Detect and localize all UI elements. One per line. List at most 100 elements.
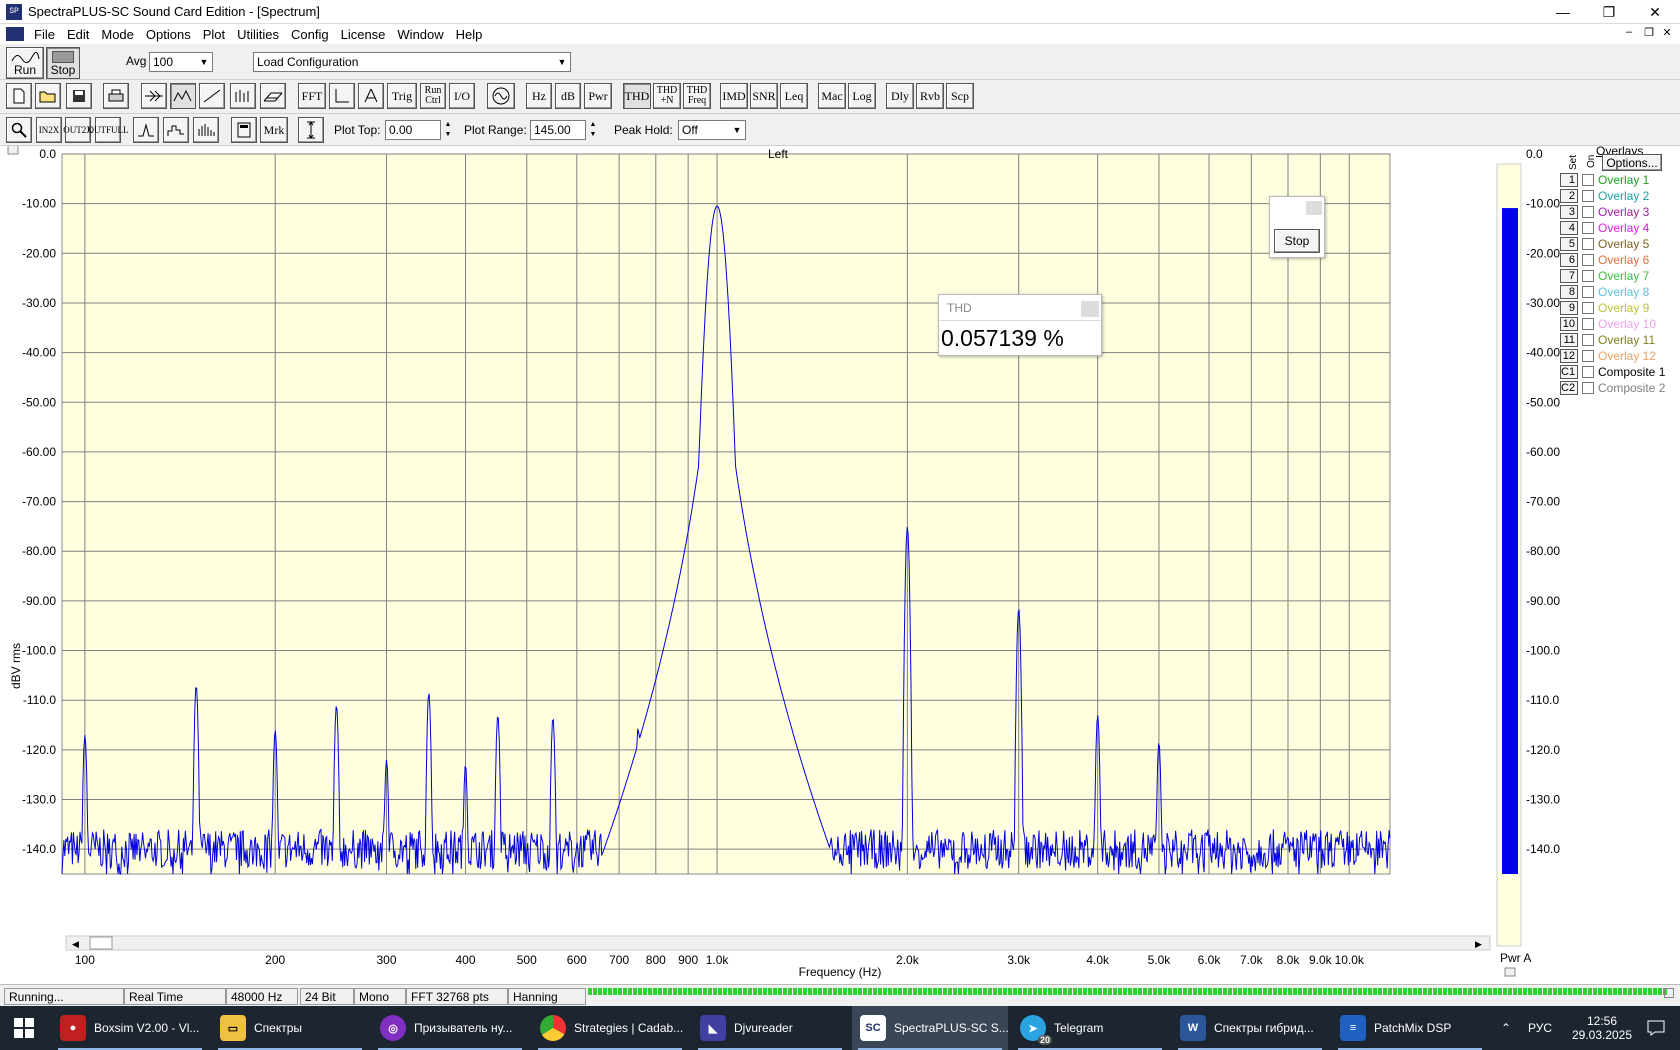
app-icon[interactable]: SP — [6, 3, 22, 20]
overlay-checkbox[interactable] — [1582, 382, 1594, 394]
recorder-icon[interactable] — [358, 83, 384, 109]
3d-surface-icon[interactable] — [260, 83, 286, 109]
chevron-down-icon[interactable]: ▼ — [729, 121, 745, 139]
imd-button[interactable]: IMD — [720, 83, 748, 109]
overlay-checkbox[interactable] — [1582, 206, 1594, 218]
chevron-down-icon[interactable]: ▼ — [554, 53, 570, 71]
overlay-set-button[interactable]: 3 — [1560, 205, 1578, 219]
overlay-options-button[interactable]: Options... — [1602, 154, 1662, 171]
overlay-checkbox[interactable] — [1582, 190, 1594, 202]
chevron-down-icon[interactable]: ▼ — [196, 53, 212, 71]
config-select[interactable]: Load Configuration ▼ — [253, 52, 571, 72]
overlay-checkbox[interactable] — [1582, 222, 1594, 234]
zoom-icon[interactable] — [6, 117, 32, 143]
leq-button[interactable]: Leq — [780, 83, 808, 109]
io-button[interactable]: I/O — [449, 83, 475, 109]
overlay-set-button[interactable]: 10 — [1560, 317, 1578, 331]
collapse-icon[interactable] — [7, 146, 19, 155]
plot-top-spinner[interactable]: ▲ ▼ — [442, 120, 454, 140]
mac-button[interactable]: Mac — [818, 83, 846, 109]
peak-line-icon[interactable] — [133, 117, 159, 143]
mdi-minimize-icon[interactable]: – — [1620, 26, 1638, 38]
overlay-set-button[interactable]: 11 — [1560, 333, 1578, 347]
overlay-set-button[interactable]: 4 — [1560, 221, 1578, 235]
pwr-button[interactable]: Pwr — [584, 83, 612, 109]
scp-button[interactable]: Scp — [946, 83, 974, 109]
overlay-set-button[interactable]: 12 — [1560, 349, 1578, 363]
thd-close-icon[interactable] — [1081, 301, 1099, 317]
stop-button[interactable]: Stop — [46, 47, 80, 79]
bar-graph-icon[interactable] — [193, 117, 219, 143]
print-icon[interactable] — [103, 83, 129, 109]
menu-utilities[interactable]: Utilities — [231, 27, 285, 42]
rvb-button[interactable]: Rvb — [916, 83, 944, 109]
menu-plot[interactable]: Plot — [197, 27, 231, 42]
status-collapse-icon[interactable] — [1664, 988, 1674, 998]
plot-range-input[interactable]: 145.00 — [530, 120, 586, 140]
taskbar-djvureader[interactable]: ◣ Djvureader — [692, 1006, 848, 1050]
taskbar-boxsim[interactable]: ● Boxsim V2.00 - Vl... — [52, 1006, 208, 1050]
taskbar-word[interactable]: W Спектры гибрид... — [1172, 1006, 1328, 1050]
overlay-set-button[interactable]: 5 — [1560, 237, 1578, 251]
overlay-set-button[interactable]: 2 — [1560, 189, 1578, 203]
line-mode-icon[interactable] — [199, 83, 225, 109]
overlay-checkbox[interactable] — [1582, 254, 1594, 266]
overlay-set-button[interactable]: 9 — [1560, 301, 1578, 315]
thd-freq-button[interactable]: THD Freq — [683, 83, 711, 109]
taskbar-browser[interactable]: ◎ Призыватель ну... — [372, 1006, 528, 1050]
overlay-row[interactable]: 9 Overlay 9 — [1560, 300, 1649, 316]
thd-button[interactable]: THD — [623, 83, 651, 109]
minimize-button[interactable]: — — [1540, 0, 1586, 24]
waterfall-icon[interactable] — [230, 83, 256, 109]
overlay-checkbox[interactable] — [1582, 350, 1594, 362]
horizontal-scrollbar[interactable]: ◀ ▶ — [65, 935, 1491, 951]
avg-select[interactable]: 100 ▼ — [149, 52, 213, 72]
plot-top-input[interactable]: 0.00 — [385, 120, 441, 140]
overlay-row[interactable]: 7 Overlay 7 — [1560, 268, 1649, 284]
overlay-row[interactable]: 1 Overlay 1 — [1560, 172, 1649, 188]
new-file-icon[interactable] — [6, 83, 32, 109]
overlay-row[interactable]: 10 Overlay 10 — [1560, 316, 1656, 332]
menu-window[interactable]: Window — [391, 27, 449, 42]
overlay-checkbox[interactable] — [1582, 238, 1594, 250]
overlay-set-button[interactable]: C1 — [1560, 365, 1578, 379]
marker-button[interactable]: Mrk — [260, 117, 288, 143]
run-button[interactable]: Run — [6, 47, 44, 79]
menu-file[interactable]: File — [28, 27, 61, 42]
spectrum-mode-icon[interactable] — [170, 83, 196, 109]
log-button[interactable]: Log — [848, 83, 876, 109]
trig-button[interactable]: Trig — [387, 83, 417, 109]
overlay-row[interactable]: 3 Overlay 3 — [1560, 204, 1649, 220]
overlay-row[interactable]: 4 Overlay 4 — [1560, 220, 1649, 236]
overlay-checkbox[interactable] — [1582, 334, 1594, 346]
stair-line-icon[interactable] — [163, 117, 189, 143]
peak-hold-select[interactable]: Off ▼ — [678, 120, 746, 140]
menu-mode[interactable]: Mode — [95, 27, 140, 42]
overlay-set-button[interactable]: 1 — [1560, 173, 1578, 187]
mdi-restore-icon[interactable]: ❐ — [1640, 26, 1658, 39]
db-button[interactable]: dB — [555, 83, 581, 109]
overlay-checkbox[interactable] — [1582, 318, 1594, 330]
overlay-row[interactable]: 2 Overlay 2 — [1560, 188, 1649, 204]
plot-range-spinner[interactable]: ▲ ▼ — [587, 120, 599, 140]
overlay-row[interactable]: 6 Overlay 6 — [1560, 252, 1649, 268]
menu-license[interactable]: License — [335, 27, 392, 42]
hz-button[interactable]: Hz — [526, 83, 552, 109]
overlay-row[interactable]: 11 Overlay 11 — [1560, 332, 1655, 348]
meter-collapse-icon[interactable] — [1504, 967, 1516, 977]
popup-stop-button[interactable]: Stop — [1274, 229, 1320, 253]
save-icon[interactable] — [66, 83, 92, 109]
close-button[interactable]: ✕ — [1632, 0, 1678, 24]
overlay-checkbox[interactable] — [1582, 286, 1594, 298]
dly-button[interactable]: Dly — [886, 83, 914, 109]
overlay-checkbox[interactable] — [1582, 302, 1594, 314]
language-indicator[interactable]: РУС — [1524, 1006, 1556, 1050]
overlay-set-button[interactable]: 7 — [1560, 269, 1578, 283]
menu-edit[interactable]: Edit — [61, 27, 95, 42]
run-ctrl-button[interactable]: Run Ctrl — [420, 83, 446, 109]
overlay-set-button[interactable]: C2 — [1560, 381, 1578, 395]
mdi-close-icon[interactable]: ✕ — [1658, 26, 1676, 39]
thd-n-button[interactable]: THD +N — [653, 83, 681, 109]
menu-help[interactable]: Help — [450, 27, 489, 42]
overlay-checkbox[interactable] — [1582, 366, 1594, 378]
